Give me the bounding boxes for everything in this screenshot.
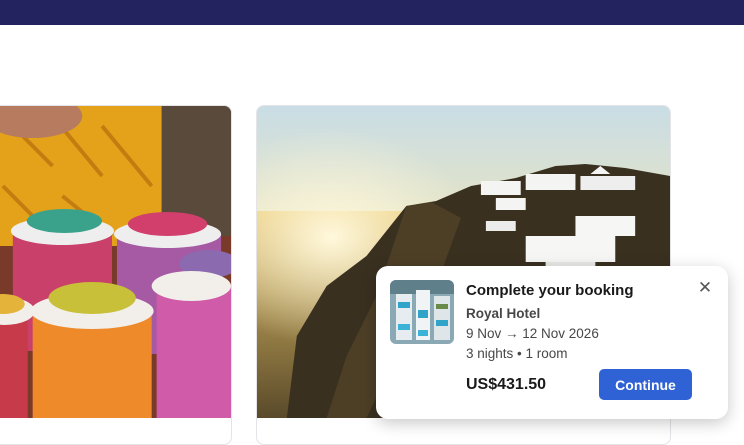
spice-market-image xyxy=(0,106,231,418)
continue-button[interactable]: Continue xyxy=(599,369,692,400)
booking-dates: 9 Nov → 12 Nov 2026 xyxy=(466,326,599,341)
hotel-thumbnail[interactable] xyxy=(390,280,454,344)
popup-title: Complete your booking xyxy=(466,282,634,299)
stay-summary: 3 nights • 1 room xyxy=(466,346,568,361)
complete-booking-popup: Complete your booking Royal Hotel 9 Nov … xyxy=(376,266,728,419)
destination-card-spice-market[interactable] xyxy=(0,105,232,445)
top-navigation-bar xyxy=(0,0,744,25)
close-icon[interactable]: ✕ xyxy=(694,277,716,299)
hotel-name: Royal Hotel xyxy=(466,306,541,321)
booking-price: US$431.50 xyxy=(466,376,547,393)
